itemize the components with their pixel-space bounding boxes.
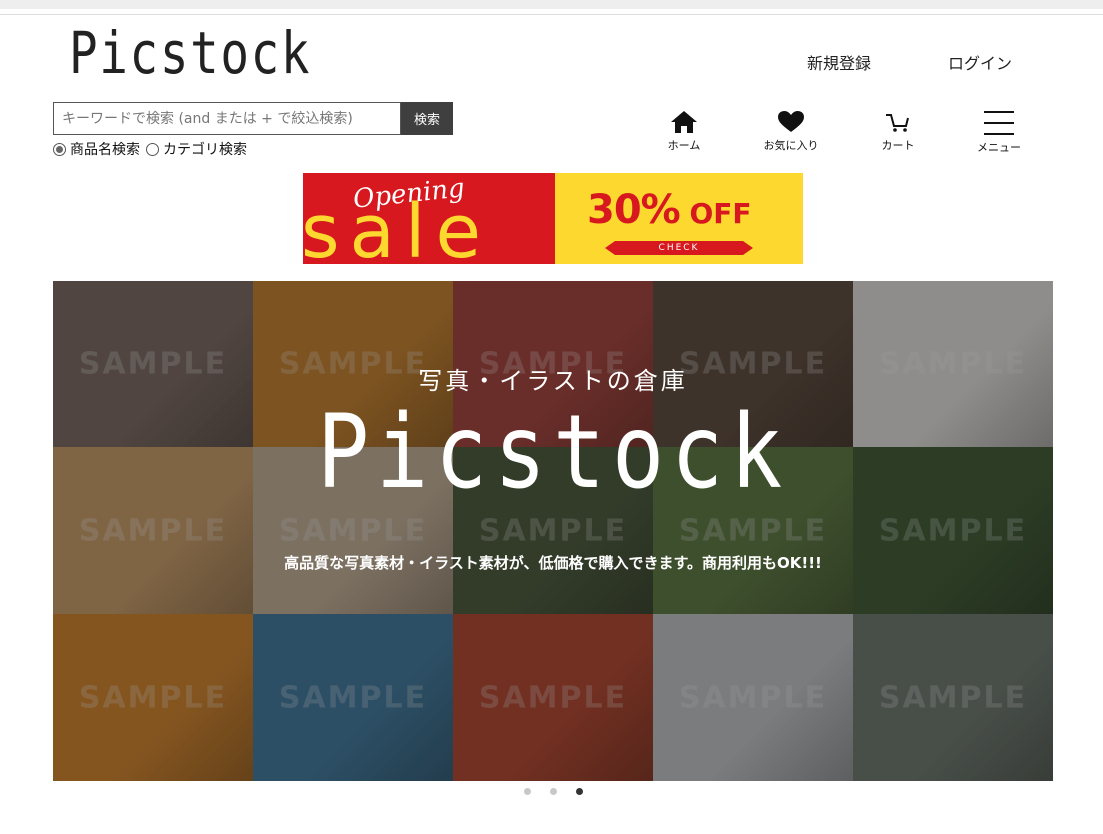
radio-product-name-circle[interactable] <box>53 142 66 156</box>
opening-sale-banner[interactable]: Opening sale 30% OFF CHECK <box>303 173 803 264</box>
banner-off-label: OFF <box>689 197 752 230</box>
register-link[interactable]: 新規登録 <box>807 50 871 74</box>
cart-icon <box>886 114 909 132</box>
top-strip <box>0 0 1103 9</box>
banner-right-panel: 30% OFF CHECK <box>555 173 803 264</box>
banner-check-button[interactable]: CHECK <box>605 241 753 255</box>
nav-favorites-label: お気に入り <box>763 139 819 152</box>
nav-menu-label: メニュー <box>977 141 1021 154</box>
radio-product-name[interactable]: 商品名検索 <box>53 139 140 159</box>
site-logo[interactable]: Picstock <box>69 18 311 88</box>
radio-category-label: カテゴリ検索 <box>163 142 247 158</box>
radio-category[interactable]: カテゴリ検索 <box>146 139 247 159</box>
radio-product-name-label: 商品名検索 <box>70 142 140 158</box>
search-button[interactable]: 検索 <box>401 102 453 135</box>
hero-title: Picstock <box>317 393 789 512</box>
heart-icon <box>778 111 804 132</box>
carousel-indicators <box>524 788 602 795</box>
nav-cart[interactable]: カート <box>858 110 938 153</box>
carousel-dot-3[interactable] <box>576 788 583 795</box>
nav-home-label: ホーム <box>667 139 701 152</box>
banner-discount: 30% OFF <box>587 187 752 233</box>
carousel-dot-2[interactable] <box>550 788 557 795</box>
nav-home[interactable]: ホーム <box>644 110 724 153</box>
search-bar: 検索 <box>53 102 453 135</box>
banner-sale-text: sale <box>303 189 491 264</box>
header-divider <box>0 14 1103 15</box>
nav-cart-label: カート <box>881 139 915 152</box>
login-link[interactable]: ログイン <box>948 50 1012 74</box>
radio-category-circle[interactable] <box>146 142 159 156</box>
hero-description: 高品質な写真素材・イラスト素材が、低価格で購入できます。商用利用もOK!!! <box>284 554 822 572</box>
banner-discount-value: 30% <box>587 187 681 233</box>
hero-overlay <box>53 281 1053 781</box>
hero-carousel[interactable]: SAMPLE SAMPLE SAMPLE SAMPLE SAMPLE SAMPLE SAMP… <box>53 281 1053 781</box>
nav-menu[interactable]: メニュー <box>959 110 1039 155</box>
carousel-dot-1[interactable] <box>524 788 531 795</box>
home-icon <box>671 111 697 133</box>
nav-favorites[interactable]: お気に入り <box>751 110 831 153</box>
banner-left-panel: Opening sale <box>303 173 555 264</box>
hero-subtitle: 写真・イラストの倉庫 <box>418 367 688 395</box>
hamburger-icon <box>984 111 1014 135</box>
search-input[interactable] <box>53 102 401 135</box>
search-mode-options: 商品名検索 カテゴリ検索 <box>53 139 253 159</box>
